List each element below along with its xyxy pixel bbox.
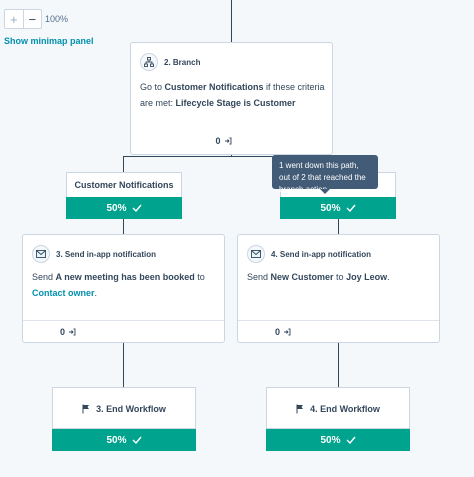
branch-path-tooltip: 1 went down this path, out of 2 that rea…	[272, 155, 378, 194]
notification-enroll-count[interactable]: 0	[60, 327, 76, 337]
branch-action-card[interactable]: 2. Branch Go to Customer Notifications i…	[130, 42, 333, 155]
notification-enroll-count[interactable]: 0	[275, 327, 291, 337]
check-icon	[346, 204, 356, 212]
branch-left-percent[interactable]: 50%	[66, 197, 182, 219]
zoom-controls: + −	[4, 9, 42, 29]
branch-label-left[interactable]: Customer Notifications	[66, 172, 182, 197]
envelope-icon	[247, 245, 265, 263]
connector-right-mid	[338, 219, 339, 234]
notification-title: 3. Send in-app notification	[56, 249, 156, 259]
notification-card-left[interactable]: 3. Send in-app notification Send A new m…	[22, 234, 225, 343]
enrollment-icon	[224, 137, 231, 145]
zoom-in-button[interactable]: +	[5, 10, 23, 28]
check-icon	[132, 436, 142, 444]
end-workflow-left-percent[interactable]: 50%	[52, 429, 196, 451]
envelope-icon	[32, 245, 50, 263]
end-workflow-title: 4. End Workflow	[310, 404, 380, 414]
end-workflow-right-percent[interactable]: 50%	[266, 429, 410, 451]
branch-action-footer: 0	[131, 128, 332, 154]
branch-action-description: Go to Customer Notifications if these cr…	[140, 82, 325, 108]
notification-description: Send New Customer to Joy Leow.	[247, 272, 390, 282]
connector-right-bottom	[338, 343, 339, 387]
branch-enroll-count[interactable]: 0	[215, 136, 231, 146]
branch-icon	[140, 53, 158, 71]
recipient-link[interactable]: Contact owner	[32, 288, 95, 298]
flag-icon	[296, 404, 304, 414]
check-icon	[346, 436, 356, 444]
notification-footer: 0	[23, 320, 224, 342]
end-workflow-card-right[interactable]: 4. End Workflow	[266, 387, 410, 429]
notification-card-right[interactable]: 4. Send in-app notification Send New Cus…	[237, 234, 440, 343]
zoom-level: 100%	[45, 14, 69, 24]
enrollment-icon	[284, 328, 291, 335]
branch-criteria: Lifecycle Stage is Customer	[175, 98, 296, 108]
notification-description: Send A new meeting has been booked to Co…	[32, 272, 205, 298]
enrollment-icon	[69, 328, 76, 335]
connector-left-bottom	[123, 343, 124, 387]
connector-top	[231, 0, 232, 42]
branch-right-percent[interactable]: 50%	[280, 197, 396, 219]
recipient-name: Joy Leow	[346, 272, 388, 282]
branch-target: Customer Notifications	[164, 82, 264, 92]
branch-action-title: 2. Branch	[164, 57, 201, 67]
notification-title: 4. Send in-app notification	[271, 249, 371, 259]
connector-left-mid	[123, 219, 124, 234]
end-workflow-card-left[interactable]: 3. End Workflow	[52, 387, 196, 429]
notification-footer: 0	[238, 320, 439, 342]
show-minimap-link[interactable]: Show minimap panel	[4, 36, 94, 46]
zoom-out-button[interactable]: −	[22, 10, 42, 28]
end-workflow-title: 3. End Workflow	[96, 404, 166, 414]
tooltip-arrow	[320, 189, 330, 194]
connector-left-down	[123, 156, 124, 172]
flag-icon	[82, 404, 90, 414]
check-icon	[132, 204, 142, 212]
